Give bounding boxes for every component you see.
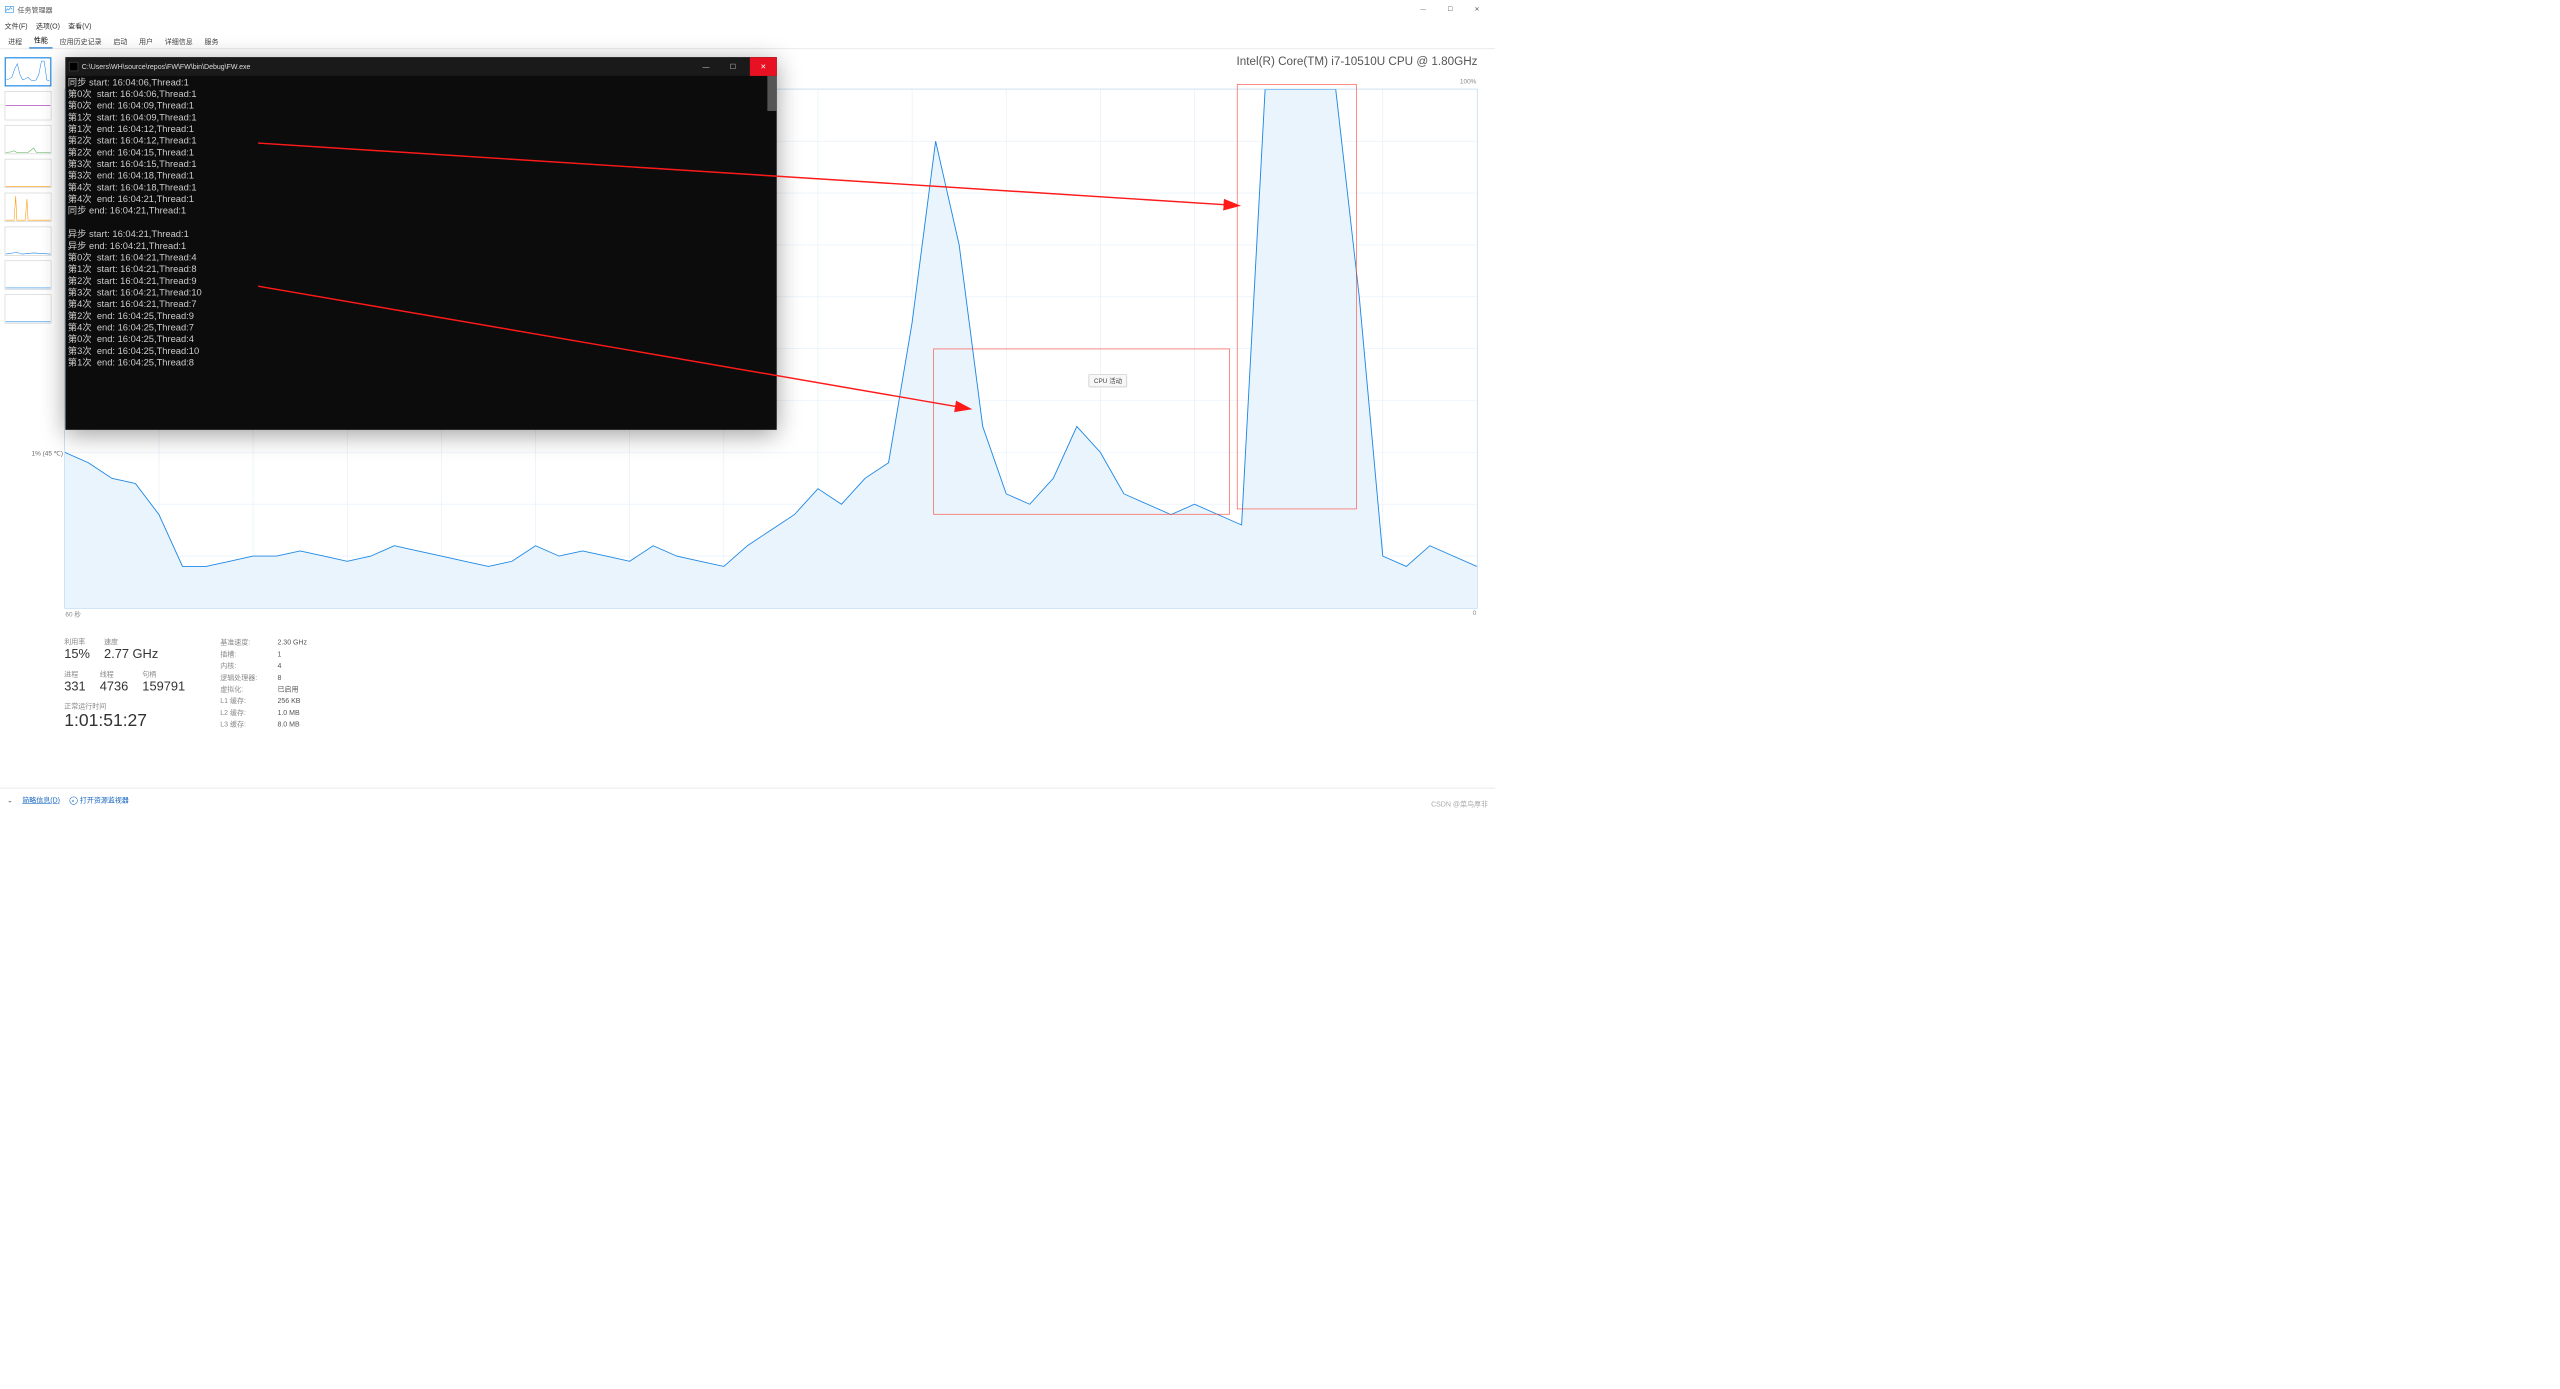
stats-right: 基准速度:2.30 GHz 插槽:1 内核:4 逻辑处理器:8 虚拟化:已启用 … bbox=[220, 637, 307, 731]
menu-options[interactable]: 选项(O) bbox=[36, 21, 60, 31]
stats-panel: 利用率 15% 速度 2.77 GHz 进程 331 线程 4736 句柄 15… bbox=[64, 637, 1477, 731]
tab-performance[interactable]: 性能 bbox=[29, 33, 52, 49]
tab-users[interactable]: 用户 bbox=[134, 34, 157, 49]
proc-val: 331 bbox=[64, 679, 85, 694]
annotation-rect-2 bbox=[1237, 84, 1357, 509]
speed-val: 2.77 GHz bbox=[104, 646, 158, 661]
tab-processes[interactable]: 进程 bbox=[4, 34, 27, 49]
sidebar-thumb-gpu1[interactable] bbox=[5, 294, 52, 323]
l2-v: 1.0 MB bbox=[277, 707, 299, 719]
tab-details[interactable]: 详细信息 bbox=[160, 34, 197, 49]
thread-lbl: 线程 bbox=[100, 669, 129, 679]
console-scrollbar[interactable] bbox=[767, 76, 776, 111]
uptime-val: 1:01:51:27 bbox=[64, 711, 185, 731]
menubar: 文件(F) 选项(O) 查看(V) bbox=[0, 19, 1495, 33]
sidebar-thumb-disk0[interactable] bbox=[5, 125, 52, 154]
sidebar-thumb-cpu[interactable] bbox=[5, 57, 52, 86]
console-output[interactable]: 同步 start: 16:04:06,Thread:1 第0次 start: 1… bbox=[65, 76, 776, 370]
menu-view[interactable]: 查看(V) bbox=[68, 21, 91, 31]
sidebar-thumb-gpu0[interactable] bbox=[5, 260, 52, 289]
tab-services[interactable]: 服务 bbox=[200, 34, 223, 49]
console-close-button[interactable]: ✕ bbox=[750, 57, 777, 76]
uptime-lbl: 正常运行时间 bbox=[64, 701, 185, 711]
util-lbl: 利用率 bbox=[64, 637, 90, 647]
console-maximize-button[interactable]: ☐ bbox=[719, 57, 746, 76]
cpu-model: Intel(R) Core(TM) i7-10510U CPU @ 1.80GH… bbox=[1237, 55, 1478, 68]
resmon-icon: ◐ bbox=[69, 797, 77, 805]
l1-v: 256 KB bbox=[277, 695, 300, 707]
below-chart-label: 1% (45 ℃) bbox=[32, 450, 63, 458]
l2-k: L2 缓存: bbox=[220, 707, 273, 719]
logical-k: 逻辑处理器: bbox=[220, 672, 273, 684]
cores-v: 4 bbox=[277, 660, 281, 672]
l3-k: L3 缓存: bbox=[220, 718, 273, 730]
console-icon bbox=[69, 62, 78, 71]
close-button[interactable]: ✕ bbox=[1464, 0, 1491, 19]
tabbar: 进程 性能 应用历史记录 启动 用户 详细信息 服务 bbox=[0, 33, 1495, 49]
zero-label: 0 bbox=[1473, 610, 1477, 619]
sidebar bbox=[0, 53, 58, 782]
util-val: 15% bbox=[64, 646, 90, 661]
tab-startup[interactable]: 启动 bbox=[109, 34, 132, 49]
logical-v: 8 bbox=[277, 672, 281, 684]
base-speed-k: 基准速度: bbox=[220, 637, 273, 649]
maximize-button[interactable]: ☐ bbox=[1437, 0, 1464, 19]
handle-lbl: 句柄 bbox=[142, 669, 185, 679]
time-label: 60 秒 bbox=[65, 610, 80, 619]
sidebar-thumb-memory[interactable] bbox=[5, 91, 52, 120]
proc-lbl: 进程 bbox=[64, 669, 85, 679]
tab-app-history[interactable]: 应用历史记录 bbox=[55, 34, 106, 49]
sidebar-thumb-disk1[interactable] bbox=[5, 159, 52, 188]
l1-k: L1 缓存: bbox=[220, 695, 273, 707]
handle-val: 159791 bbox=[142, 679, 185, 694]
sockets-k: 插槽: bbox=[220, 648, 273, 660]
speed-lbl: 速度 bbox=[104, 637, 158, 647]
l3-v: 8.0 MB bbox=[277, 718, 299, 730]
console-window[interactable]: C:\Users\WH\source\repos\FW\FW\bin\Debug… bbox=[65, 57, 776, 430]
resmon-link[interactable]: ◐打开资源监视器 bbox=[69, 795, 129, 805]
sidebar-thumb-network1[interactable] bbox=[5, 227, 52, 256]
chevron-down-icon[interactable]: ⌄ bbox=[7, 796, 13, 804]
menu-file[interactable]: 文件(F) bbox=[5, 21, 28, 31]
console-title: C:\Users\WH\source\repos\FW\FW\bin\Debug… bbox=[82, 61, 251, 73]
virt-k: 虚拟化: bbox=[220, 683, 273, 695]
base-speed-v: 2.30 GHz bbox=[277, 637, 307, 649]
minimize-button[interactable]: — bbox=[1410, 0, 1437, 19]
cpu-tooltip: CPU 活动 bbox=[1089, 375, 1128, 388]
sockets-v: 1 bbox=[277, 648, 281, 660]
annotation-rect-1 bbox=[933, 349, 1230, 515]
sidebar-thumb-network0[interactable] bbox=[5, 193, 52, 222]
cores-k: 内核: bbox=[220, 660, 273, 672]
brief-info-link[interactable]: 简略信息(D) bbox=[22, 795, 60, 805]
stats-left: 利用率 15% 速度 2.77 GHz 进程 331 线程 4736 句柄 15… bbox=[64, 637, 185, 731]
footer: ⌄ 简略信息(D) ◐打开资源监视器 bbox=[0, 788, 1495, 811]
thread-val: 4736 bbox=[100, 679, 129, 694]
watermark: CSDN @菜鸟厚非 bbox=[1431, 799, 1488, 809]
console-titlebar[interactable]: C:\Users\WH\source\repos\FW\FW\bin\Debug… bbox=[65, 57, 776, 76]
virt-v: 已启用 bbox=[277, 683, 298, 695]
max-label: 100% bbox=[1460, 78, 1476, 87]
window-title: 任务管理器 bbox=[18, 4, 53, 14]
console-minimize-button[interactable]: — bbox=[693, 57, 720, 76]
titlebar: 任务管理器 — ☐ ✕ bbox=[0, 0, 1495, 19]
app-icon bbox=[5, 5, 14, 14]
